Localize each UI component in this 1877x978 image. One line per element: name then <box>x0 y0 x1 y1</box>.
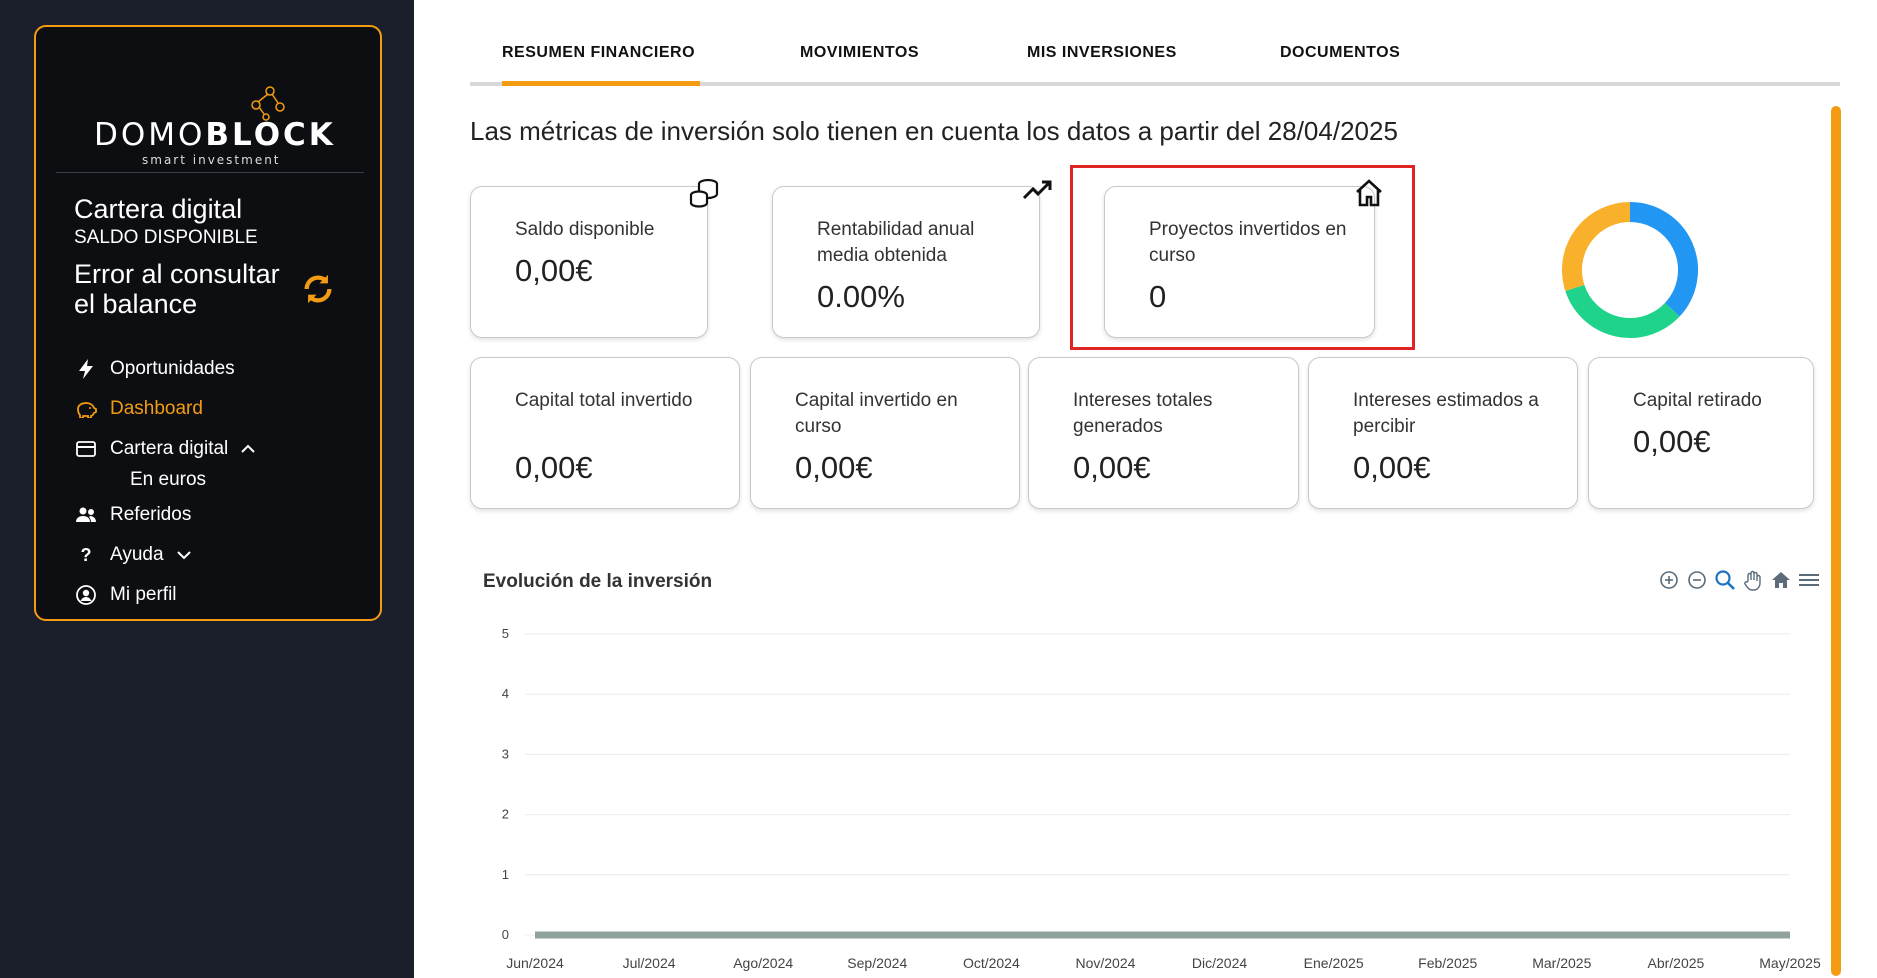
reset-home-icon[interactable] <box>1769 568 1793 592</box>
sidebar-item-cartera-digital[interactable]: Cartera digital <box>74 429 374 469</box>
active-tab-indicator <box>502 81 700 86</box>
sidebar-item-label: Mi perfil <box>110 584 177 605</box>
credit-card-icon <box>74 437 98 461</box>
menu-icon[interactable] <box>1797 568 1821 592</box>
sidebar-divider <box>56 172 364 173</box>
metric-label: Capital invertido en curso <box>795 390 958 437</box>
piggy-bank-icon <box>74 397 98 421</box>
donut-segment[interactable] <box>1565 284 1680 338</box>
investment-evolution-chart: 5 4 3 2 1 0 Jun/2024 Jul/2024 Ago/2024 Sep/2024 Oc… <box>502 626 1821 971</box>
brand-name: DOMOBLOCK <box>94 117 336 153</box>
sidebar-item-referidos[interactable]: Referidos <box>74 495 374 535</box>
tab-documentos[interactable]: DOCUMENTOS <box>1280 44 1400 62</box>
sidebar-item-label: Dashboard <box>110 398 203 419</box>
metric-card-capital-total-invertido: Capital total invertido 0,00€ <box>470 357 740 509</box>
sidebar-item-oportunidades[interactable]: Oportunidades <box>74 349 374 389</box>
sidebar-nav: Oportunidades Dashboard Cartera digital … <box>74 349 374 615</box>
sidebar-item-label: Cartera digital <box>110 438 229 459</box>
user-circle-icon <box>74 583 98 607</box>
sidebar-item-label: Referidos <box>110 504 192 525</box>
refresh-icon[interactable] <box>301 272 335 306</box>
x-tick-label: Mar/2025 <box>1532 955 1591 971</box>
y-tick-label: 1 <box>502 867 509 882</box>
metric-label: Saldo disponible <box>515 219 655 240</box>
x-tick-label: Dic/2024 <box>1192 955 1247 971</box>
x-tick-label: Sep/2024 <box>847 955 907 971</box>
sidebar-item-label: Ayuda <box>110 544 164 565</box>
question-icon: ? <box>80 544 92 565</box>
metric-label: Capital retirado <box>1633 390 1762 411</box>
brand-tagline: smart investment <box>142 153 281 167</box>
donut-chart <box>1562 202 1698 338</box>
x-tick-label: Abr/2025 <box>1647 955 1704 971</box>
y-tick-label: 5 <box>502 626 509 641</box>
wallet-subtitle: SALDO DISPONIBLE <box>74 227 258 248</box>
x-tick-label: Jul/2024 <box>623 955 676 971</box>
x-tick-label: Jun/2024 <box>506 955 564 971</box>
scrollbar-thumb[interactable] <box>1831 106 1841 976</box>
x-tick-label: May/2025 <box>1759 955 1821 971</box>
wallet-title: Cartera digital <box>74 194 243 224</box>
chart-title: Evolución de la inversión <box>483 571 713 592</box>
chevron-up-icon[interactable] <box>240 444 256 454</box>
metric-card-intereses-totales: Intereses totales generados 0,00€ <box>1028 357 1299 509</box>
metric-value: 0,00€ <box>1633 424 1711 459</box>
metric-label: Capital total invertido <box>515 390 693 411</box>
bolt-icon <box>74 357 98 381</box>
molecule-logo-icon <box>251 86 285 121</box>
chevron-down-icon[interactable] <box>176 550 192 560</box>
x-tick-label: Feb/2025 <box>1418 955 1477 971</box>
sidebar-item-dashboard[interactable]: Dashboard <box>74 389 374 429</box>
sidebar-item-ayuda[interactable]: ? Ayuda <box>74 535 374 575</box>
zoom-in-icon[interactable] <box>1657 568 1681 592</box>
zoom-out-icon[interactable] <box>1685 568 1709 592</box>
metric-card-saldo-disponible: Saldo disponible 0,00€ <box>470 186 708 338</box>
tab-resumen-financiero[interactable]: RESUMEN FINANCIERO <box>502 44 695 62</box>
x-tick-label: Oct/2024 <box>963 955 1020 971</box>
donut-segment[interactable] <box>1629 202 1698 317</box>
metric-label: Rentabilidad anual media obtenida <box>817 219 975 266</box>
pan-hand-icon[interactable] <box>1741 568 1765 592</box>
metrics-notice: Las métricas de inversión solo tienen en… <box>470 116 1398 146</box>
x-tick-label: Nov/2024 <box>1075 955 1135 971</box>
tab-movimientos[interactable]: MOVIMIENTOS <box>800 44 919 62</box>
sidebar: DOMOBLOCK smart investment Cartera digit… <box>0 0 414 978</box>
metric-label: Intereses estimados a percibir <box>1353 390 1539 437</box>
y-tick-label: 4 <box>502 686 509 701</box>
metric-card-capital-retirado: Capital retirado 0,00€ <box>1588 357 1814 509</box>
brand-logo[interactable]: DOMOBLOCK smart investment <box>94 85 333 167</box>
y-tick-label: 0 <box>502 927 509 942</box>
donut-segment[interactable] <box>1562 202 1631 292</box>
metric-card-capital-invertido-en-curso: Capital invertido en curso 0,00€ <box>750 357 1020 509</box>
metric-value: 0,00€ <box>1073 450 1151 485</box>
x-tick-label: Ene/2025 <box>1304 955 1364 971</box>
sidebar-item-label: Oportunidades <box>110 358 235 379</box>
metric-value: 0,00€ <box>1353 450 1431 485</box>
metric-label: Intereses totales generados <box>1073 390 1213 437</box>
tab-mis-inversiones[interactable]: MIS INVERSIONES <box>1027 44 1177 62</box>
metric-value: 0,00€ <box>515 253 593 288</box>
sidebar-panel: DOMOBLOCK smart investment Cartera digit… <box>34 25 382 621</box>
sidebar-item-mi-perfil[interactable]: Mi perfil <box>74 575 374 615</box>
magnifier-icon[interactable] <box>1713 568 1737 592</box>
wallet-balance-error: Error al consultar el balance <box>74 259 280 319</box>
metric-value: 0,00€ <box>795 450 873 485</box>
x-tick-label: Ago/2024 <box>733 955 793 971</box>
metric-value: 0,00€ <box>515 450 593 485</box>
sidebar-subitem-en-euros[interactable]: En euros <box>74 465 374 495</box>
coins-icon <box>689 178 719 208</box>
trending-up-icon <box>1022 180 1052 200</box>
metric-value: 0.00% <box>817 279 905 314</box>
chart-toolbar <box>1657 568 1821 592</box>
main-tabs: RESUMEN FINANCIERO MOVIMIENTOS MIS INVER… <box>470 0 1840 88</box>
metric-card-rentabilidad: Rentabilidad anual media obtenida 0.00% <box>772 186 1040 338</box>
highlight-box <box>1070 165 1415 350</box>
y-tick-label: 3 <box>502 746 509 761</box>
y-tick-label: 2 <box>502 807 509 822</box>
users-icon <box>74 503 98 527</box>
metric-card-intereses-estimados: Intereses estimados a percibir 0,00€ <box>1308 357 1578 509</box>
